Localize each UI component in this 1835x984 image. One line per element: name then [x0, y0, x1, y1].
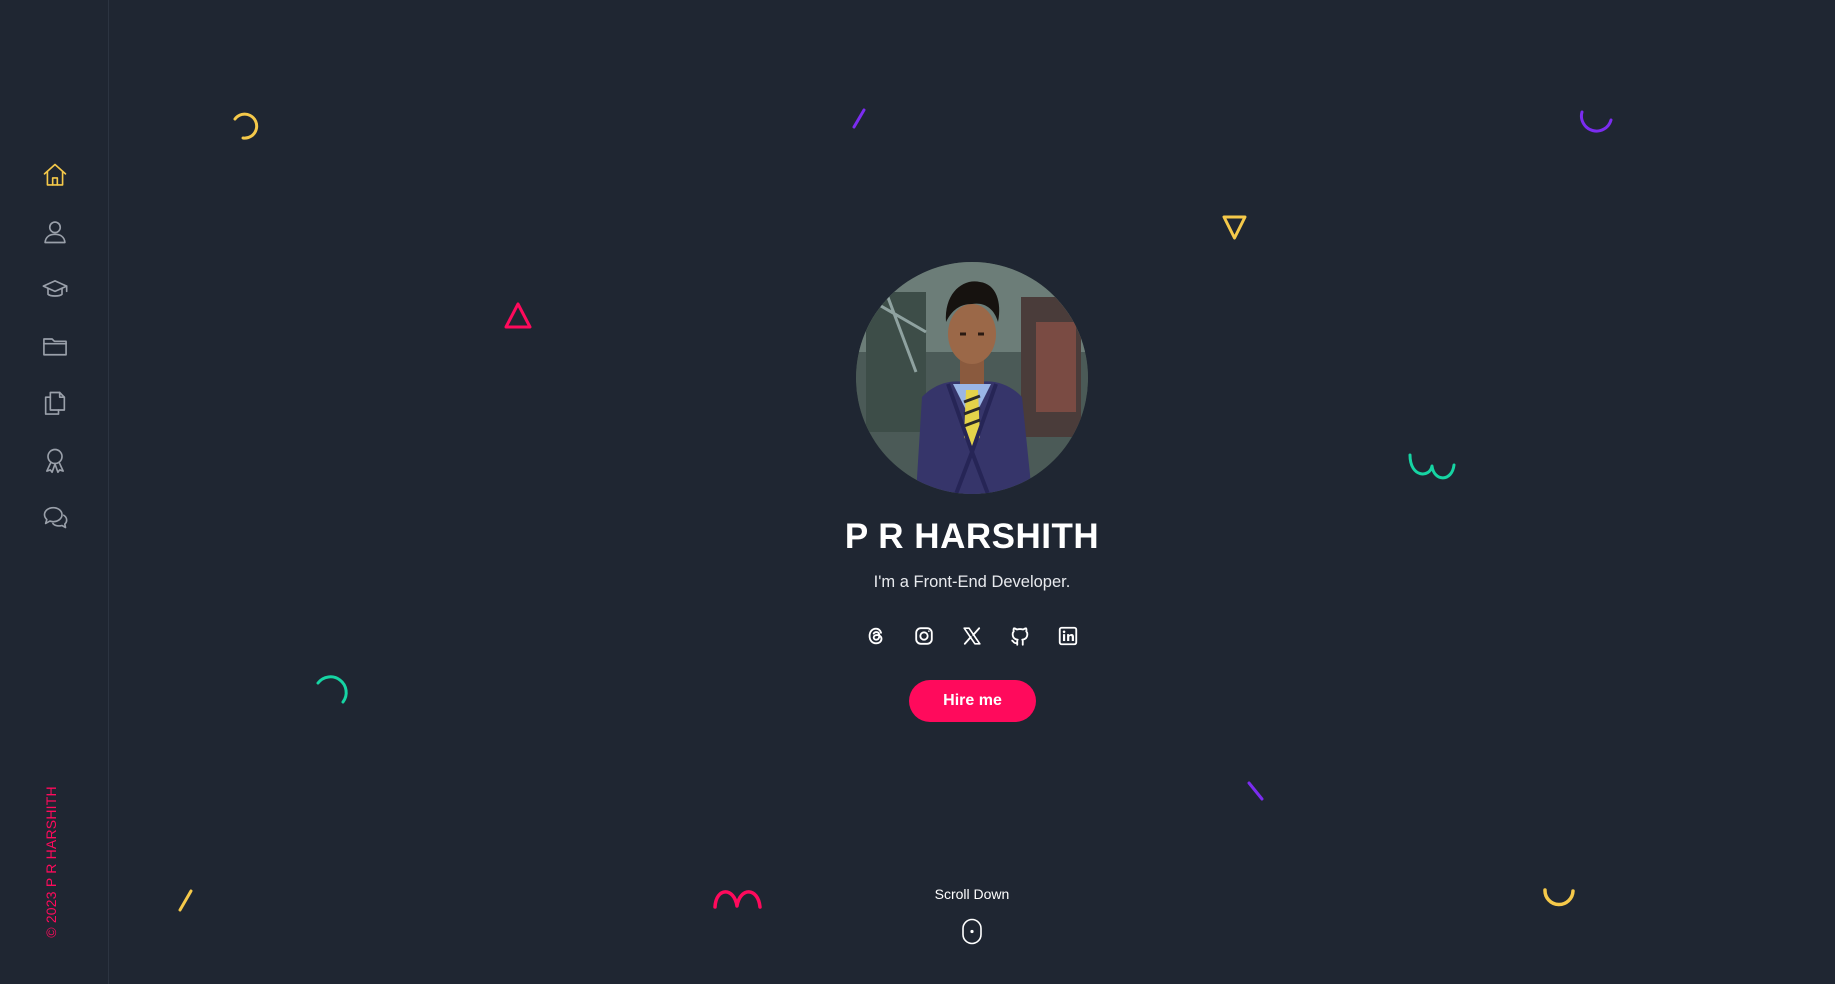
- folder-icon: [42, 337, 67, 356]
- threads-icon: [868, 627, 883, 645]
- graduation-cap-icon: [42, 279, 67, 297]
- user-icon: [43, 220, 66, 243]
- decorative-shapes: [178, 108, 1613, 912]
- deco-purple-dash: [852, 108, 866, 129]
- sidebar-item-documents[interactable]: [0, 374, 109, 431]
- deco-purple-arc: [1579, 110, 1613, 133]
- x-twitter-link[interactable]: [960, 624, 984, 648]
- sidebar-item-contact[interactable]: [0, 488, 109, 545]
- hire-me-button[interactable]: Hire me: [909, 680, 1036, 722]
- home-icon: [43, 163, 66, 186]
- award-icon: [45, 448, 64, 473]
- deco-yellow-triangle: [1222, 215, 1247, 240]
- hero-name: P R HARSHITH: [844, 517, 1100, 556]
- deco-purple-dash-2: [1247, 781, 1264, 801]
- sidebar-item-projects[interactable]: [0, 317, 109, 374]
- github-icon: [1011, 627, 1029, 646]
- files-icon: [44, 391, 65, 415]
- profile-avatar: [856, 262, 1088, 494]
- deco-teal-arc: [316, 675, 348, 704]
- threads-link[interactable]: [864, 624, 888, 648]
- deco-teal-squiggle: [1408, 453, 1456, 480]
- sidebar-item-education[interactable]: [0, 260, 109, 317]
- scroll-down-label: Scroll Down: [934, 886, 1010, 902]
- sidebar-item-about[interactable]: [0, 203, 109, 260]
- sidebar-item-home[interactable]: [0, 146, 109, 203]
- chat-icon: [43, 506, 67, 528]
- instagram-link[interactable]: [912, 624, 936, 648]
- linkedin-icon: [1058, 626, 1078, 646]
- instagram-icon: [915, 627, 933, 645]
- social-links: [109, 624, 1835, 648]
- deco-pink-triangle: [504, 302, 532, 329]
- hero-tagline: I'm a Front-End Developer.: [873, 573, 1071, 591]
- linkedin-link[interactable]: [1056, 624, 1080, 648]
- sidebar: © 2023 P R HARSHITH: [0, 0, 109, 984]
- github-link[interactable]: [1008, 624, 1032, 648]
- mouse-scroll-icon[interactable]: [961, 918, 983, 945]
- profile-photo: [856, 262, 1088, 494]
- page: © 2023 P R HARSHITH P R HARSHITH I'm a F…: [0, 0, 1835, 984]
- deco-yellow-arc: [233, 112, 259, 140]
- sidebar-nav: [0, 146, 109, 545]
- copyright-text: © 2023 P R HARSHITH: [43, 786, 59, 938]
- x-twitter-icon: [963, 627, 981, 645]
- sidebar-item-achievements[interactable]: [0, 431, 109, 488]
